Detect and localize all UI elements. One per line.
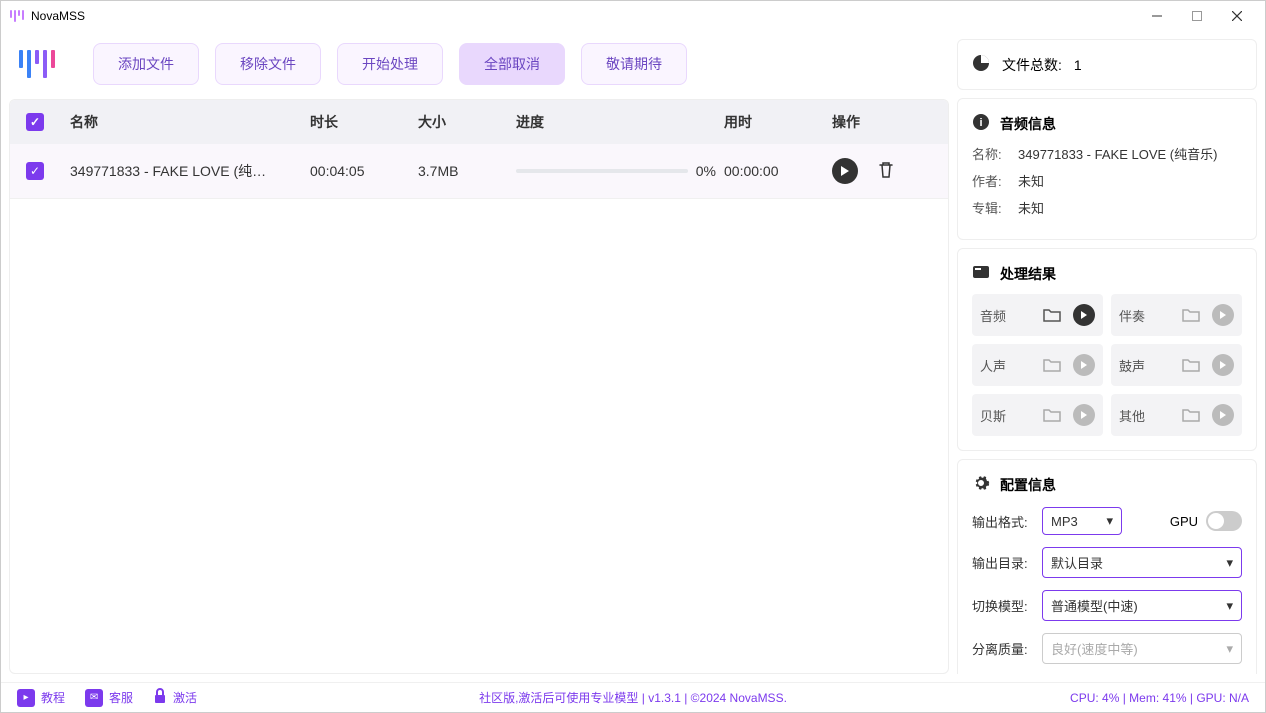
quality-select[interactable]: 良好(速度中等)▾: [1042, 633, 1242, 664]
results-icon: [972, 263, 990, 284]
config-panel: 配置信息 输出格式: MP3▾ GPU 输出目录: 默认目录▾ 切换模型: 普通…: [957, 459, 1257, 674]
play-icon[interactable]: [1212, 354, 1234, 376]
table-row[interactable]: ✓ 349771833 - FAKE LOVE (纯… 00:04:05 3.7…: [10, 144, 948, 199]
cancel-all-button[interactable]: 全部取消: [459, 43, 565, 85]
file-count-label: 文件总数:: [1002, 55, 1062, 75]
file-table: ✓ 名称 时长 大小 进度 用时 操作 ✓ 349771833 - FAKE L…: [9, 99, 949, 674]
format-select[interactable]: MP3▾: [1042, 507, 1122, 535]
info-album-value: 未知: [1018, 198, 1242, 217]
results-panel: 处理结果 音频 伴奏 人声: [957, 248, 1257, 451]
result-audio: 音频: [972, 294, 1103, 336]
gpu-label: GPU: [1170, 514, 1198, 529]
config-title: 配置信息: [1000, 475, 1056, 495]
close-button[interactable]: [1217, 1, 1257, 31]
table-header: ✓ 名称 时长 大小 进度 用时 操作: [10, 100, 948, 144]
tutorial-icon: ▸: [17, 689, 35, 707]
remove-files-button[interactable]: 移除文件: [215, 43, 321, 85]
info-name-value: 349771833 - FAKE LOVE (纯音乐): [1018, 144, 1242, 163]
row-name: 349771833 - FAKE LOVE (纯…: [58, 161, 302, 181]
model-label: 切换模型:: [972, 596, 1034, 615]
play-icon[interactable]: [1212, 304, 1234, 326]
chevron-down-icon: ▾: [1226, 598, 1233, 614]
col-size: 大小: [418, 112, 508, 132]
outdir-select[interactable]: 默认目录▾: [1042, 547, 1242, 578]
app-logo-icon: [9, 10, 25, 22]
tutorial-link[interactable]: ▸教程: [17, 689, 65, 707]
minimize-button[interactable]: [1137, 1, 1177, 31]
row-size: 3.7MB: [418, 163, 508, 179]
col-name: 名称: [58, 112, 302, 132]
result-vocals: 人声: [972, 344, 1103, 386]
add-files-button[interactable]: 添加文件: [93, 43, 199, 85]
row-elapsed: 00:00:00: [724, 163, 824, 179]
col-progress: 进度: [516, 112, 716, 132]
select-all-checkbox[interactable]: ✓: [26, 113, 44, 131]
audio-info-panel: i 音频信息 名称: 349771833 - FAKE LOVE (纯音乐) 作者…: [957, 98, 1257, 240]
info-author-label: 作者:: [972, 171, 1008, 190]
footer-stats: CPU: 4% | Mem: 41% | GPU: N/A: [1070, 691, 1249, 705]
footer: ▸教程 ✉客服 激活 社区版,激活后可使用专业模型 | v1.3.1 | ©20…: [1, 682, 1265, 712]
quality-label: 分离质量:: [972, 639, 1034, 658]
folder-icon[interactable]: [1043, 308, 1061, 322]
result-drums: 鼓声: [1111, 344, 1242, 386]
row-duration: 00:04:05: [310, 163, 410, 179]
play-icon[interactable]: [1073, 404, 1095, 426]
result-bass: 贝斯: [972, 394, 1103, 436]
outdir-label: 输出目录:: [972, 553, 1034, 572]
play-icon[interactable]: [1212, 404, 1234, 426]
progress-bar: [516, 169, 688, 173]
titlebar: NovaMSS: [1, 1, 1265, 31]
model-select[interactable]: 普通模型(中速)▾: [1042, 590, 1242, 621]
play-icon[interactable]: [1073, 304, 1095, 326]
folder-icon[interactable]: [1182, 408, 1200, 422]
info-icon: i: [972, 113, 990, 134]
lock-icon: [153, 688, 167, 707]
col-elapsed: 用时: [724, 112, 824, 132]
col-actions: 操作: [832, 112, 932, 132]
info-album-label: 专辑:: [972, 198, 1008, 217]
toolbar: 添加文件 移除文件 开始处理 全部取消 敬请期待: [9, 39, 949, 89]
audio-info-title: 音频信息: [1000, 114, 1056, 134]
activate-link[interactable]: 激活: [153, 688, 197, 707]
result-accompaniment: 伴奏: [1111, 294, 1242, 336]
folder-icon[interactable]: [1043, 408, 1061, 422]
gear-icon: [972, 474, 990, 495]
pie-icon: [972, 54, 990, 75]
col-duration: 时长: [310, 112, 410, 132]
info-name-label: 名称:: [972, 144, 1008, 163]
svg-text:i: i: [979, 117, 982, 129]
app-title: NovaMSS: [31, 9, 85, 23]
support-link[interactable]: ✉客服: [85, 689, 133, 707]
footer-center-text: 社区版,激活后可使用专业模型 | v1.3.1 | ©2024 NovaMSS.: [479, 689, 787, 706]
gpu-toggle[interactable]: [1206, 511, 1242, 531]
delete-button[interactable]: [878, 161, 894, 182]
folder-icon[interactable]: [1043, 358, 1061, 372]
result-other: 其他: [1111, 394, 1242, 436]
file-count-panel: 文件总数: 1: [957, 39, 1257, 90]
row-checkbox[interactable]: ✓: [26, 162, 44, 180]
folder-icon[interactable]: [1182, 308, 1200, 322]
play-icon[interactable]: [1073, 354, 1095, 376]
file-count-value: 1: [1074, 57, 1082, 73]
progress-percent: 0%: [696, 163, 716, 179]
play-button[interactable]: [832, 158, 858, 184]
start-processing-button[interactable]: 开始处理: [337, 43, 443, 85]
chevron-down-icon: ▾: [1226, 641, 1233, 657]
chevron-down-icon: ▾: [1226, 555, 1233, 571]
coming-soon-button[interactable]: 敬请期待: [581, 43, 687, 85]
brand-waveform-icon: [17, 50, 57, 78]
chat-icon: ✉: [85, 689, 103, 707]
format-label: 输出格式:: [972, 512, 1034, 531]
info-author-value: 未知: [1018, 171, 1242, 190]
results-title: 处理结果: [1000, 264, 1056, 284]
chevron-down-icon: ▾: [1106, 513, 1113, 529]
maximize-button[interactable]: [1177, 1, 1217, 31]
folder-icon[interactable]: [1182, 358, 1200, 372]
